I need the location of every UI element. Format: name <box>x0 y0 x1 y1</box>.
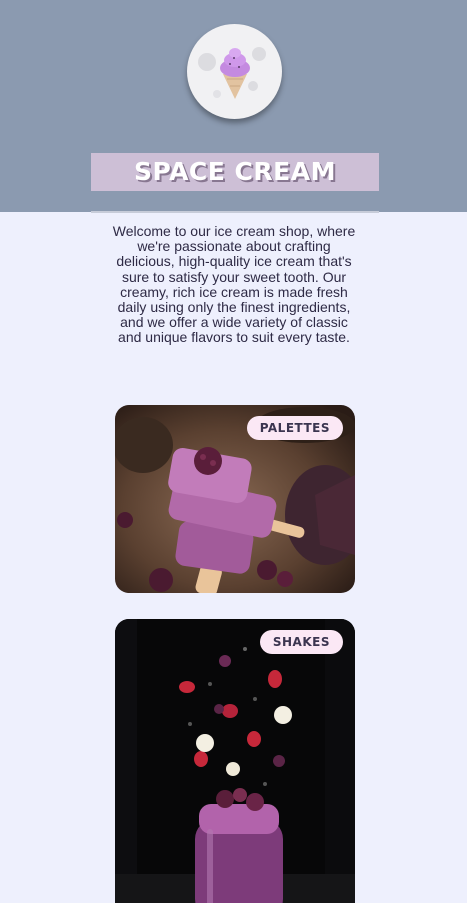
category-card-shakes[interactable]: SHAKES <box>115 619 355 903</box>
category-label: SHAKES <box>259 630 343 654</box>
divider <box>91 211 379 213</box>
intro-text: Welcome to our ice cream shop, where we'… <box>112 223 356 346</box>
berry-shake-with-flying-fruit-photo <box>115 619 355 903</box>
logo[interactable] <box>187 24 282 119</box>
site-title: SPACE CREAM <box>134 157 336 186</box>
ice-cream-cone-icon <box>198 47 266 99</box>
category-card-palettes[interactable]: PALETTES <box>115 405 355 593</box>
category-label: PALETTES <box>246 416 343 440</box>
